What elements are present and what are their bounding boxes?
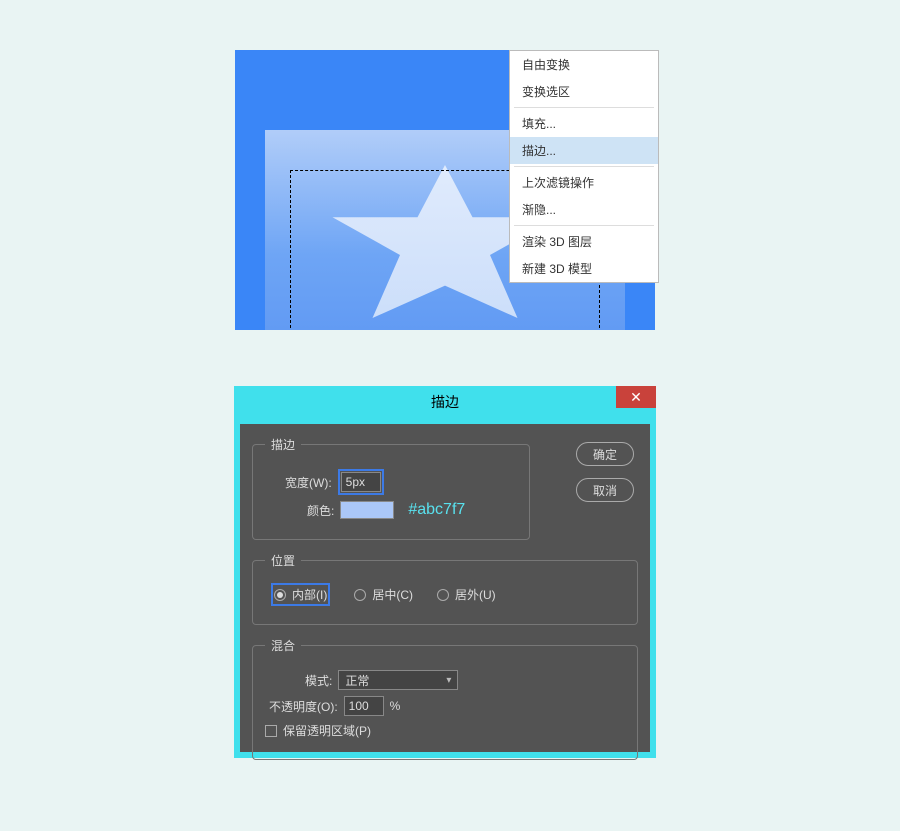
- blend-fieldset: 混合 模式: 正常 ▾ 不透明度(O): % 保留透明区域(P): [252, 637, 638, 760]
- position-fieldset: 位置 内部(I) 居中(C) 居外(U): [252, 552, 638, 625]
- menu-item-fill[interactable]: 填充...: [510, 110, 658, 137]
- radio-center-label: 居中(C): [372, 586, 413, 603]
- dialog-body: 确定 取消 描边 宽度(W): 颜色: #abc7f7 位置: [240, 424, 650, 752]
- opacity-input[interactable]: [344, 696, 384, 716]
- radio-inside[interactable]: 内部(I): [274, 586, 327, 603]
- context-menu: 自由变换 变换选区 填充... 描边... 上次滤镜操作 渐隐... 渲染 3D…: [509, 50, 659, 283]
- radio-inside-label: 内部(I): [292, 586, 327, 603]
- dialog-buttons: 确定 取消: [576, 442, 634, 502]
- close-icon: ✕: [630, 389, 642, 405]
- menu-item-last-filter[interactable]: 上次滤镜操作: [510, 169, 658, 196]
- width-label: 宽度(W):: [285, 474, 332, 491]
- opacity-label: 不透明度(O):: [269, 698, 338, 715]
- cancel-button[interactable]: 取消: [576, 478, 634, 502]
- blend-legend: 混合: [265, 637, 301, 654]
- radio-outside-label: 居外(U): [455, 586, 496, 603]
- mode-value: 正常: [345, 672, 369, 689]
- color-swatch[interactable]: [340, 501, 394, 519]
- menu-separator: [514, 107, 654, 108]
- menu-item-new-3d-model[interactable]: 新建 3D 模型: [510, 255, 658, 282]
- radio-icon: [354, 589, 366, 601]
- close-button[interactable]: ✕: [616, 386, 656, 408]
- stroke-dialog: 描边 ✕ 确定 取消 描边 宽度(W): 颜色: #abc7f7 位置: [234, 386, 656, 758]
- radio-icon: [274, 589, 286, 601]
- stroke-fieldset: 描边 宽度(W): 颜色: #abc7f7: [252, 436, 530, 540]
- radio-icon: [437, 589, 449, 601]
- preserve-checkbox[interactable]: [265, 725, 277, 737]
- width-highlight: [338, 469, 384, 495]
- menu-item-transform-selection[interactable]: 变换选区: [510, 78, 658, 105]
- ok-button[interactable]: 确定: [576, 442, 634, 466]
- menu-item-stroke[interactable]: 描边...: [510, 137, 658, 164]
- preserve-label: 保留透明区域(P): [283, 722, 371, 739]
- menu-item-fade[interactable]: 渐隐...: [510, 196, 658, 223]
- radio-center[interactable]: 居中(C): [354, 586, 413, 603]
- dialog-title-bar[interactable]: 描边 ✕: [234, 386, 656, 418]
- color-label: 颜色:: [307, 502, 334, 519]
- color-hex-label: #abc7f7: [408, 501, 465, 519]
- dialog-title: 描边: [431, 392, 459, 412]
- menu-item-free-transform[interactable]: 自由变换: [510, 51, 658, 78]
- stroke-legend: 描边: [265, 436, 301, 453]
- chevron-down-icon: ▾: [446, 675, 451, 686]
- mode-select[interactable]: 正常 ▾: [338, 670, 458, 690]
- position-legend: 位置: [265, 552, 301, 569]
- opacity-suffix: %: [390, 699, 401, 713]
- menu-separator: [514, 225, 654, 226]
- width-input[interactable]: [341, 472, 381, 492]
- menu-item-render-3d-layer[interactable]: 渲染 3D 图层: [510, 228, 658, 255]
- menu-separator: [514, 166, 654, 167]
- position-highlight: 内部(I): [271, 583, 330, 606]
- radio-outside[interactable]: 居外(U): [437, 586, 496, 603]
- mode-label: 模式:: [305, 672, 332, 689]
